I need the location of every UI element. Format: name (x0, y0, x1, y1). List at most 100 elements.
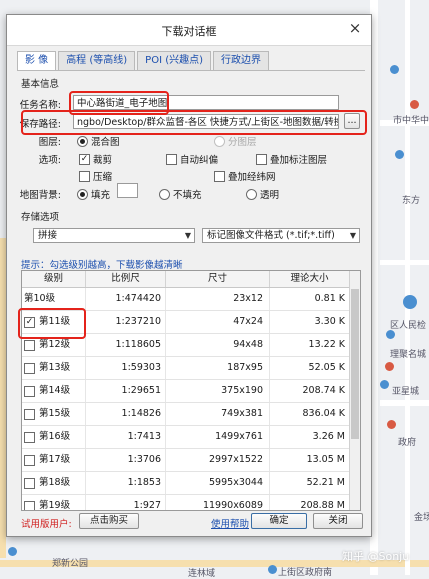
cell-size: 11990x6089 (166, 495, 270, 510)
checkbox-icon[interactable] (24, 431, 35, 443)
cell-size: 23x12 (166, 288, 270, 310)
cell-size: 187x95 (166, 357, 270, 379)
help-link[interactable]: 使用帮助 (211, 516, 249, 530)
level-label: 第12级 (39, 339, 71, 350)
browse-button[interactable]: ... (344, 113, 360, 129)
cell-filesize: 13.05 M (270, 449, 350, 471)
layer-option-label: 混合图 (91, 137, 120, 148)
map-poi-icon (410, 100, 419, 109)
cell-level: 第17级 (22, 449, 86, 471)
cell-scale: 1:1853 (86, 472, 166, 494)
level-table: 级别 比例尺 尺寸 理论大小 第10级 1:474420 23x12 0.81 K ✓ 第… (21, 270, 361, 511)
checkbox-icon[interactable] (24, 385, 35, 397)
tab-bar: 影 像 高程 (等高线) POI (兴趣点) 行政边界 (17, 51, 270, 71)
checkbox-icon[interactable] (24, 454, 35, 466)
level-label: 第14级 (39, 385, 71, 396)
level-label: 第18级 (39, 477, 71, 488)
cell-level: 第10级 (22, 288, 86, 310)
watermark: 知乎 @Sonju (342, 550, 410, 563)
save-path-label: 保存路径: (19, 119, 61, 130)
cell-scale: 1:14826 (86, 403, 166, 425)
checkbox-icon[interactable] (24, 362, 35, 374)
checkbox-icon[interactable] (24, 500, 35, 510)
option-clip[interactable]: ✓ 裁剪 (79, 152, 112, 166)
option-label: 叠加经纬网 (228, 172, 276, 183)
checkbox-icon (166, 153, 177, 165)
table-row[interactable]: 第13级 1:59303 187x95 52.05 K (22, 357, 360, 380)
cell-level: 第18级 (22, 472, 86, 494)
cell-filesize: 836.04 K (270, 403, 350, 425)
level-label: 第19级 (39, 500, 71, 511)
map-poi-icon (8, 547, 17, 556)
background-fill-option[interactable]: 填充 (77, 187, 110, 201)
close-button[interactable]: 关闭 (313, 513, 363, 529)
task-name-input[interactable]: 中心路街道_电子地图 (73, 95, 339, 110)
ok-button[interactable]: 确定 (251, 513, 307, 529)
cell-size: 749x381 (166, 403, 270, 425)
map-label: 政府 (398, 438, 417, 448)
column-header-scale[interactable]: 比例尺 (86, 271, 166, 287)
cell-level: 第19级 (22, 495, 86, 511)
table-row[interactable]: 第10级 1:474420 23x12 0.81 K (22, 288, 360, 311)
cell-level: 第15级 (22, 403, 86, 425)
table-row[interactable]: 第17级 1:3706 2997x1522 13.05 M (22, 449, 360, 472)
table-row[interactable]: 第18级 1:1853 5995x3044 52.21 M (22, 472, 360, 495)
task-name-label: 任务名称: (19, 100, 61, 111)
column-header-filesize[interactable]: 理论大小 (270, 271, 350, 287)
cell-size: 47x24 (166, 311, 270, 333)
cell-size: 375x190 (166, 380, 270, 402)
checkbox-icon[interactable] (24, 477, 35, 489)
checkbox-icon[interactable] (24, 408, 35, 420)
download-dialog: 下载对话框 × 影 像 高程 (等高线) POI (兴趣点) 行政边界 基本信息… (6, 14, 372, 537)
trial-user-label: 试用版用户: (21, 519, 72, 530)
fill-color-swatch[interactable] (117, 183, 138, 198)
table-row[interactable]: 第14级 1:29651 375x190 208.74 K (22, 380, 360, 403)
column-header-level[interactable]: 级别 (22, 271, 86, 287)
option-auto-correct[interactable]: 自动纠偏 (166, 152, 218, 166)
map-poi-icon (268, 565, 277, 574)
layer-option-separate[interactable]: 分图层 (214, 134, 257, 148)
cell-filesize: 52.05 K (270, 357, 350, 379)
scrollbar-thumb[interactable] (351, 289, 359, 439)
checkbox-icon (256, 153, 267, 165)
table-row[interactable]: 第19级 1:927 11990x6089 208.88 M (22, 495, 360, 511)
table-row[interactable]: 第12级 1:118605 94x48 13.22 K (22, 334, 360, 357)
table-scrollbar[interactable] (349, 271, 360, 510)
option-compress[interactable]: 压缩 (79, 169, 112, 183)
cell-filesize: 52.21 M (270, 472, 350, 494)
tab-admin-boundary[interactable]: 行政边界 (213, 51, 270, 70)
option-overlay-labels[interactable]: 叠加标注图层 (256, 152, 327, 166)
tab-imagery[interactable]: 影 像 (17, 51, 57, 71)
tab-poi[interactable]: POI (兴趣点) (137, 51, 212, 70)
option-label: 不填充 (173, 190, 202, 201)
buy-button[interactable]: 点击购买 (79, 513, 139, 529)
tab-elevation[interactable]: 高程 (等高线) (58, 51, 136, 70)
storage-heading: 存储选项 (21, 212, 60, 223)
table-body: 第10级 1:474420 23x12 0.81 K ✓ 第11级 1:237210 47x2… (22, 288, 360, 511)
cell-level: 第12级 (22, 334, 86, 356)
option-graticule[interactable]: 叠加经纬网 (214, 169, 276, 183)
table-row[interactable]: ✓ 第11级 1:237210 47x24 3.30 K (22, 311, 360, 334)
option-label: 裁剪 (93, 155, 113, 166)
column-header-size[interactable]: 尺寸 (166, 271, 270, 287)
checkbox-checked-icon[interactable]: ✓ (24, 316, 35, 328)
cell-scale: 1:29651 (86, 380, 166, 402)
background-nofill-option[interactable]: 不填充 (159, 187, 202, 201)
background-label: 地图背景: (19, 190, 61, 201)
save-path-input[interactable]: ngbo/Desktop/群众监督-各区 快捷方式/上街区-地图数据/转换数据 (73, 114, 339, 129)
checkbox-icon (214, 170, 225, 182)
level-label: 第17级 (39, 454, 71, 465)
table-row[interactable]: 第15级 1:14826 749x381 836.04 K (22, 403, 360, 426)
image-format-select[interactable]: 标记图像文件格式 (*.tif;*.tiff) ▼ (202, 228, 360, 243)
dialog-title: 下载对话框 (161, 25, 217, 38)
background-transparent-option[interactable]: 透明 (246, 187, 279, 201)
checkbox-icon[interactable] (24, 339, 35, 351)
close-icon[interactable]: × (347, 20, 363, 36)
map-label: 亚星城 (392, 387, 420, 397)
radio-icon (214, 135, 225, 147)
table-row[interactable]: 第16级 1:7413 1499x761 3.26 M (22, 426, 360, 449)
stitch-mode-select[interactable]: 拼接 ▼ (33, 228, 195, 243)
option-label: 叠加标注图层 (270, 155, 328, 166)
map-label: 东方 (402, 196, 421, 206)
layer-option-mixed[interactable]: 混合图 (77, 134, 120, 148)
